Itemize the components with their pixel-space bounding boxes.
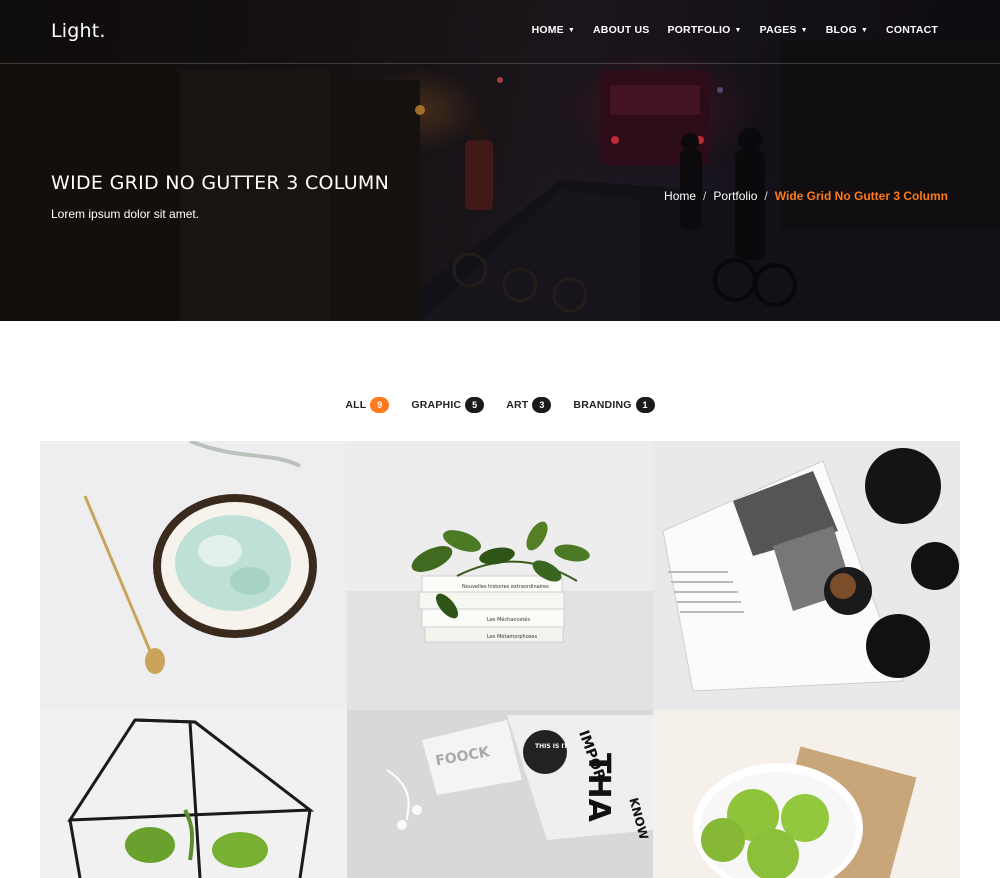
nav-item-label: PAGES xyxy=(759,24,797,36)
nav-item-label: BLOG xyxy=(825,24,857,36)
breadcrumb-current: Wide Grid No Gutter 3 Column xyxy=(774,189,948,203)
terrarium-image xyxy=(40,710,347,878)
book-spine-text: Les Méchancetés xyxy=(487,616,530,623)
books-plant-image: Nouvelles histoires extraordinaires Les … xyxy=(347,441,653,710)
nav-item-label: PORTFOLIO xyxy=(667,24,731,36)
limes-image xyxy=(653,710,960,878)
brand-logo[interactable]: Light. xyxy=(51,20,106,42)
filter-label: ART xyxy=(506,399,529,411)
nav-item-label: CONTACT xyxy=(886,24,938,36)
filter-label: BRANDING xyxy=(573,399,632,411)
caret-down-icon: ▼ xyxy=(734,26,742,34)
posters-image: FOOCK THIS IS IT THA IMPOR KNOW xyxy=(347,710,653,878)
page-subtitle: Lorem ipsum dolor sit amet. xyxy=(51,207,200,221)
filter-graphic[interactable]: GRAPHIC 5 xyxy=(411,397,485,413)
breadcrumb-separator: / xyxy=(703,189,707,203)
nav-item-portfolio[interactable]: PORTFOLIO ▼ xyxy=(667,24,741,36)
filter-art[interactable]: ART 3 xyxy=(506,397,552,413)
caret-down-icon: ▼ xyxy=(860,26,869,34)
filter-label: ALL xyxy=(345,399,367,411)
nav-item-home[interactable]: HOME ▼ xyxy=(532,24,575,36)
portfolio-item-limes[interactable] xyxy=(653,710,960,878)
hero-banner: Light. HOME ▼ ABOUT US PORTFOLIO ▼ PAGES ▼ … xyxy=(0,0,1000,321)
portfolio-grid: Nouvelles histoires extraordinaires Les … xyxy=(40,441,960,878)
filter-count-badge: 3 xyxy=(532,397,552,413)
nav-item-blog[interactable]: BLOG ▼ xyxy=(826,24,868,36)
portfolio-filters: ALL 9 GRAPHIC 5 ART 3 BRANDING 1 xyxy=(0,397,1000,413)
breadcrumb-portfolio-link[interactable]: Portfolio xyxy=(713,189,757,203)
filter-count-badge: 9 xyxy=(370,397,390,413)
coconut-image xyxy=(40,441,347,710)
caret-down-icon: ▼ xyxy=(800,26,808,34)
portfolio-item-books[interactable]: Nouvelles histoires extraordinaires Les … xyxy=(347,441,653,710)
nav-item-label: ABOUT US xyxy=(593,24,650,36)
portfolio-item-magazine[interactable] xyxy=(653,441,960,710)
breadcrumb: Home / Portfolio / Wide Grid No Gutter 3… xyxy=(664,189,948,203)
magazine-image xyxy=(653,441,960,710)
portfolio-item-coconut[interactable] xyxy=(40,441,347,710)
book-spine-text: Nouvelles histoires extraordinaires xyxy=(462,584,549,590)
nav-item-label: HOME xyxy=(531,24,564,36)
portfolio-item-terrarium[interactable] xyxy=(40,710,347,878)
nav-item-pages[interactable]: PAGES ▼ xyxy=(760,24,808,36)
filter-branding[interactable]: BRANDING 1 xyxy=(573,397,655,413)
filter-count-badge: 5 xyxy=(465,397,485,413)
poster-text: THIS IS IT xyxy=(535,743,569,750)
portfolio-item-posters[interactable]: FOOCK THIS IS IT THA IMPOR KNOW xyxy=(347,710,653,878)
filter-count-badge: 1 xyxy=(635,397,655,413)
nav-item-contact[interactable]: CONTACT xyxy=(886,24,938,36)
caret-down-icon: ▼ xyxy=(567,26,576,34)
nav-item-about-us[interactable]: ABOUT US xyxy=(593,24,649,36)
main-nav: HOME ▼ ABOUT US PORTFOLIO ▼ PAGES ▼ BLOG ▼ C… xyxy=(514,24,938,36)
page-title: WIDE GRID NO GUTTER 3 COLUMN xyxy=(51,172,390,194)
filter-label: GRAPHIC xyxy=(411,399,462,411)
breadcrumb-separator: / xyxy=(764,189,768,203)
navbar: Light. HOME ▼ ABOUT US PORTFOLIO ▼ PAGES ▼ … xyxy=(0,0,1000,64)
breadcrumb-home-link[interactable]: Home xyxy=(664,189,696,203)
filter-all[interactable]: ALL 9 xyxy=(345,397,390,413)
book-spine-text: Les Métamorphoses xyxy=(487,633,537,640)
